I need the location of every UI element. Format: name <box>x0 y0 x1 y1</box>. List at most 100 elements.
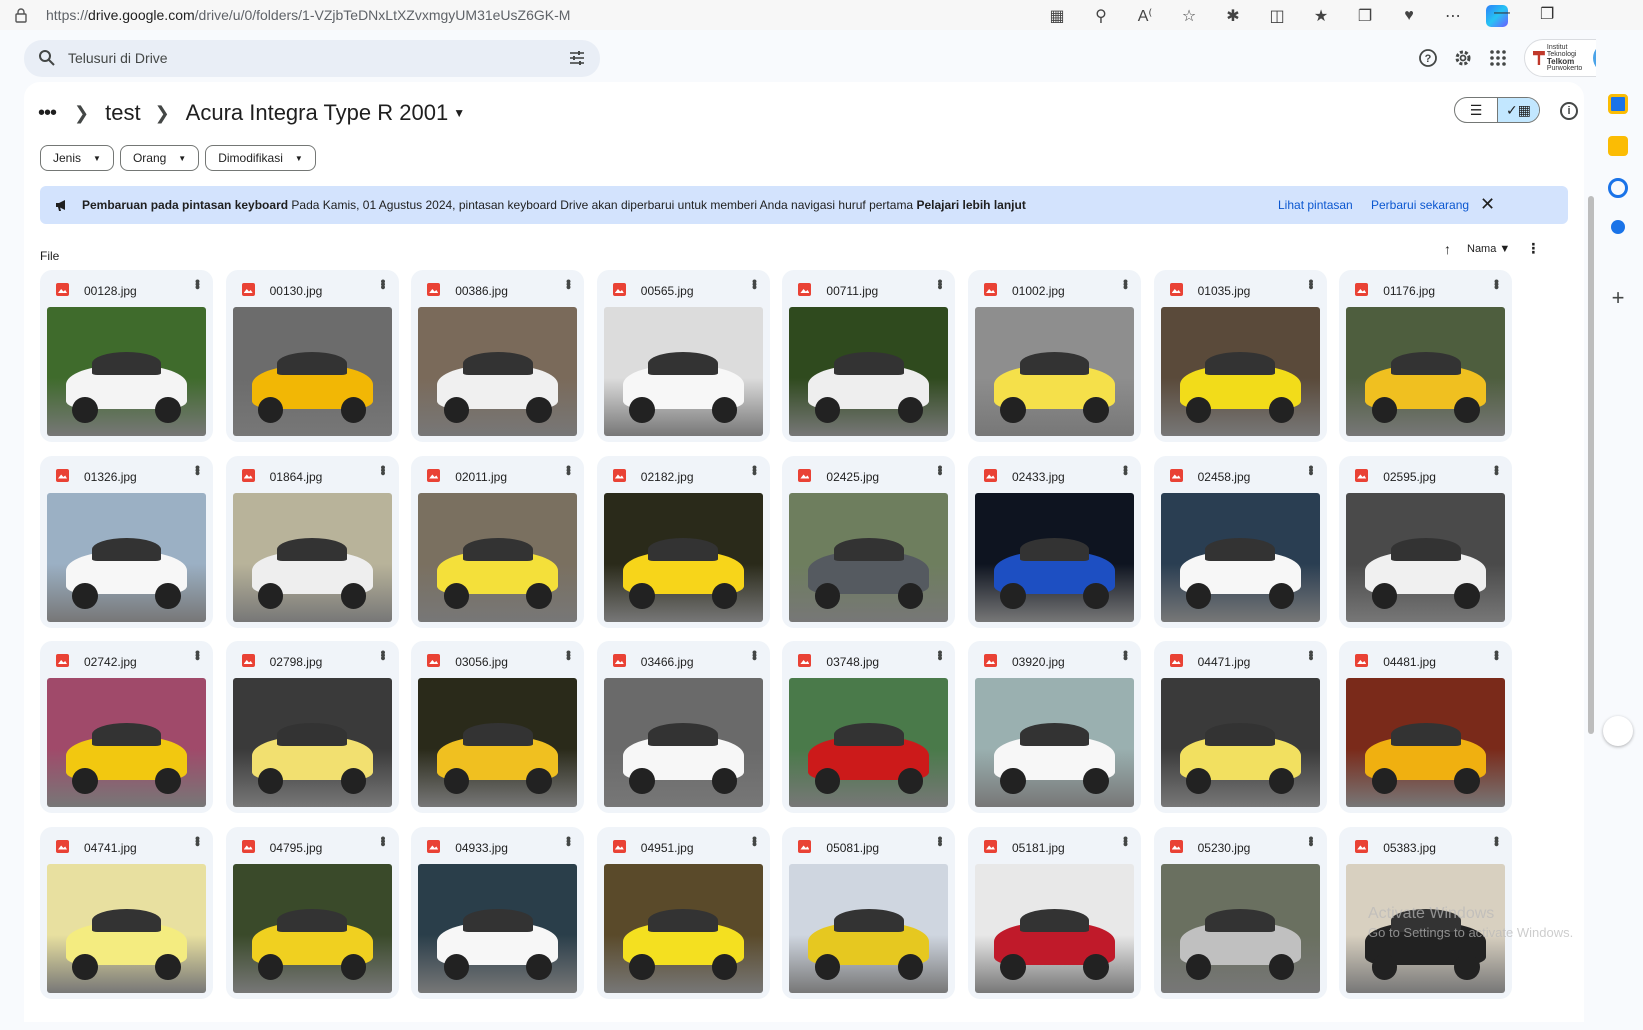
split-screen-icon[interactable]: ◫ <box>1255 5 1299 27</box>
file-thumbnail[interactable] <box>47 492 206 622</box>
zoom-out-icon[interactable]: ⚲ <box>1079 5 1123 27</box>
more-options-icon[interactable]: ••• <box>190 279 206 288</box>
file-card[interactable]: 02182.jpg ••• <box>596 455 770 628</box>
file-thumbnail[interactable] <box>789 863 949 993</box>
more-options-icon[interactable]: ••• <box>376 836 392 845</box>
more-options-icon[interactable]: ••• <box>1304 279 1320 288</box>
view-shortcuts-link[interactable]: Lihat pintasan <box>1278 198 1353 212</box>
file-thumbnail[interactable] <box>975 492 1134 622</box>
app-available-icon[interactable]: ▦ <box>1035 5 1079 27</box>
file-card[interactable]: 02742.jpg ••• <box>40 641 213 813</box>
file-card[interactable]: 03056.jpg ••• <box>411 641 585 813</box>
more-options-icon[interactable]: ••• <box>190 465 206 474</box>
file-card[interactable]: 03748.jpg ••• <box>782 641 956 813</box>
grid-view-icon[interactable]: ✓▦ <box>1496 98 1539 122</box>
sort-direction-icon[interactable]: ↑ <box>1444 241 1451 257</box>
file-card[interactable]: 02595.jpg ••• <box>1339 455 1513 628</box>
favorite-star-icon[interactable]: ☆ <box>1167 5 1211 27</box>
search-options-icon[interactable] <box>568 49 586 67</box>
more-options-icon[interactable]: ••• <box>561 465 577 474</box>
file-thumbnail[interactable] <box>603 307 763 436</box>
file-thumbnail[interactable] <box>232 863 392 993</box>
help-icon[interactable]: ? <box>1416 46 1440 70</box>
extensions-icon[interactable]: ✱ <box>1211 5 1255 27</box>
file-card[interactable]: 02011.jpg ••• <box>411 455 585 628</box>
contacts-icon[interactable] <box>1611 220 1625 234</box>
file-card[interactable]: 00130.jpg ••• <box>225 270 399 442</box>
file-card[interactable]: 01002.jpg ••• <box>968 270 1141 442</box>
filter-modified-chip[interactable]: Dimodifikasi ▼ <box>205 145 316 171</box>
file-card[interactable]: 01035.jpg ••• <box>1153 270 1327 442</box>
restore-icon[interactable]: ❐ <box>1540 4 1554 24</box>
more-options-icon[interactable]: ••• <box>561 279 577 288</box>
more-options-icon[interactable]: ••• <box>561 650 577 659</box>
more-options-icon[interactable]: ••• <box>1304 465 1320 474</box>
file-thumbnail[interactable] <box>232 307 392 436</box>
file-thumbnail[interactable] <box>789 678 949 807</box>
collections-icon[interactable]: ❐ <box>1343 5 1387 27</box>
file-thumbnail[interactable] <box>47 678 206 807</box>
file-card[interactable]: 03920.jpg ••• <box>968 641 1141 813</box>
file-thumbnail[interactable] <box>975 307 1134 436</box>
file-card[interactable]: 02458.jpg ••• <box>1153 455 1327 628</box>
more-options-icon[interactable]: ••• <box>1489 650 1505 659</box>
search-bar[interactable]: Telusuri di Drive <box>24 40 600 77</box>
page-title[interactable]: Acura Integra Type R 2001 <box>186 100 449 126</box>
more-options-icon[interactable]: ••• <box>932 650 948 659</box>
file-card[interactable]: 04741.jpg ••• <box>40 826 213 999</box>
breadcrumb-more-icon[interactable]: ••• <box>38 102 60 125</box>
more-options-icon[interactable]: ••• <box>561 836 577 845</box>
file-thumbnail[interactable] <box>418 492 578 622</box>
more-options-icon[interactable]: ••• <box>1489 465 1505 474</box>
apps-grid-icon[interactable] <box>1486 46 1510 70</box>
file-thumbnail[interactable] <box>232 678 392 807</box>
calendar-icon[interactable] <box>1608 94 1628 114</box>
file-card[interactable]: 01864.jpg ••• <box>225 455 399 628</box>
more-options-icon[interactable]: ••• <box>190 650 206 659</box>
more-options-icon[interactable]: ••• <box>1118 650 1134 659</box>
file-card[interactable]: 04481.jpg ••• <box>1339 641 1513 813</box>
file-card[interactable]: 00386.jpg ••• <box>411 270 585 442</box>
filter-type-chip[interactable]: Jenis ▼ <box>40 145 114 171</box>
more-options-icon[interactable]: ••• <box>376 650 392 659</box>
file-thumbnail[interactable] <box>789 307 949 436</box>
file-thumbnail[interactable] <box>418 307 578 436</box>
minimize-icon[interactable]: — <box>1494 4 1510 22</box>
favorites-icon[interactable]: ★ <box>1299 5 1343 27</box>
more-options-icon[interactable]: ••• <box>1304 650 1320 659</box>
tasks-icon[interactable] <box>1608 178 1628 198</box>
file-card[interactable]: 02798.jpg ••• <box>225 641 399 813</box>
info-icon[interactable]: i <box>1560 102 1578 120</box>
scrollbar[interactable] <box>1588 196 1594 734</box>
more-options-icon[interactable]: ••• <box>1489 279 1505 288</box>
more-options-icon[interactable]: ••• <box>747 465 763 474</box>
more-options-icon[interactable]: ••• <box>1118 836 1134 845</box>
add-addon-icon[interactable]: + <box>1608 287 1628 309</box>
more-options-icon[interactable]: ••• <box>1118 465 1134 474</box>
file-thumbnail[interactable] <box>1160 307 1320 436</box>
file-thumbnail[interactable] <box>975 863 1134 993</box>
file-card[interactable]: 04951.jpg ••• <box>596 826 770 999</box>
file-thumbnail[interactable] <box>1346 307 1506 436</box>
file-card[interactable]: 02425.jpg ••• <box>782 455 956 628</box>
file-thumbnail[interactable] <box>975 678 1134 807</box>
file-thumbnail[interactable] <box>418 678 578 807</box>
file-thumbnail[interactable] <box>1160 492 1320 622</box>
file-thumbnail[interactable] <box>789 492 949 622</box>
file-card[interactable]: 05181.jpg ••• <box>968 826 1141 999</box>
filter-people-chip[interactable]: Orang ▼ <box>119 145 200 171</box>
file-card[interactable]: 05230.jpg ••• <box>1153 826 1327 999</box>
caret-down-icon[interactable]: ▼ <box>453 106 465 120</box>
close-icon[interactable]: ✕ <box>1480 194 1495 215</box>
read-aloud-icon[interactable]: A⁽ <box>1123 5 1167 27</box>
file-card[interactable]: 02433.jpg ••• <box>968 455 1141 628</box>
file-thumbnail[interactable] <box>418 863 578 993</box>
more-options-icon[interactable]: ••• <box>932 836 948 845</box>
more-options-icon[interactable]: ••• <box>747 836 763 845</box>
more-options-icon[interactable]: ••• <box>932 465 948 474</box>
more-options-icon[interactable]: ••• <box>376 279 392 288</box>
keep-icon[interactable] <box>1608 136 1628 156</box>
file-card[interactable]: 04933.jpg ••• <box>411 826 585 999</box>
file-card[interactable]: 04471.jpg ••• <box>1153 641 1327 813</box>
file-card[interactable]: 04795.jpg ••• <box>225 826 399 999</box>
